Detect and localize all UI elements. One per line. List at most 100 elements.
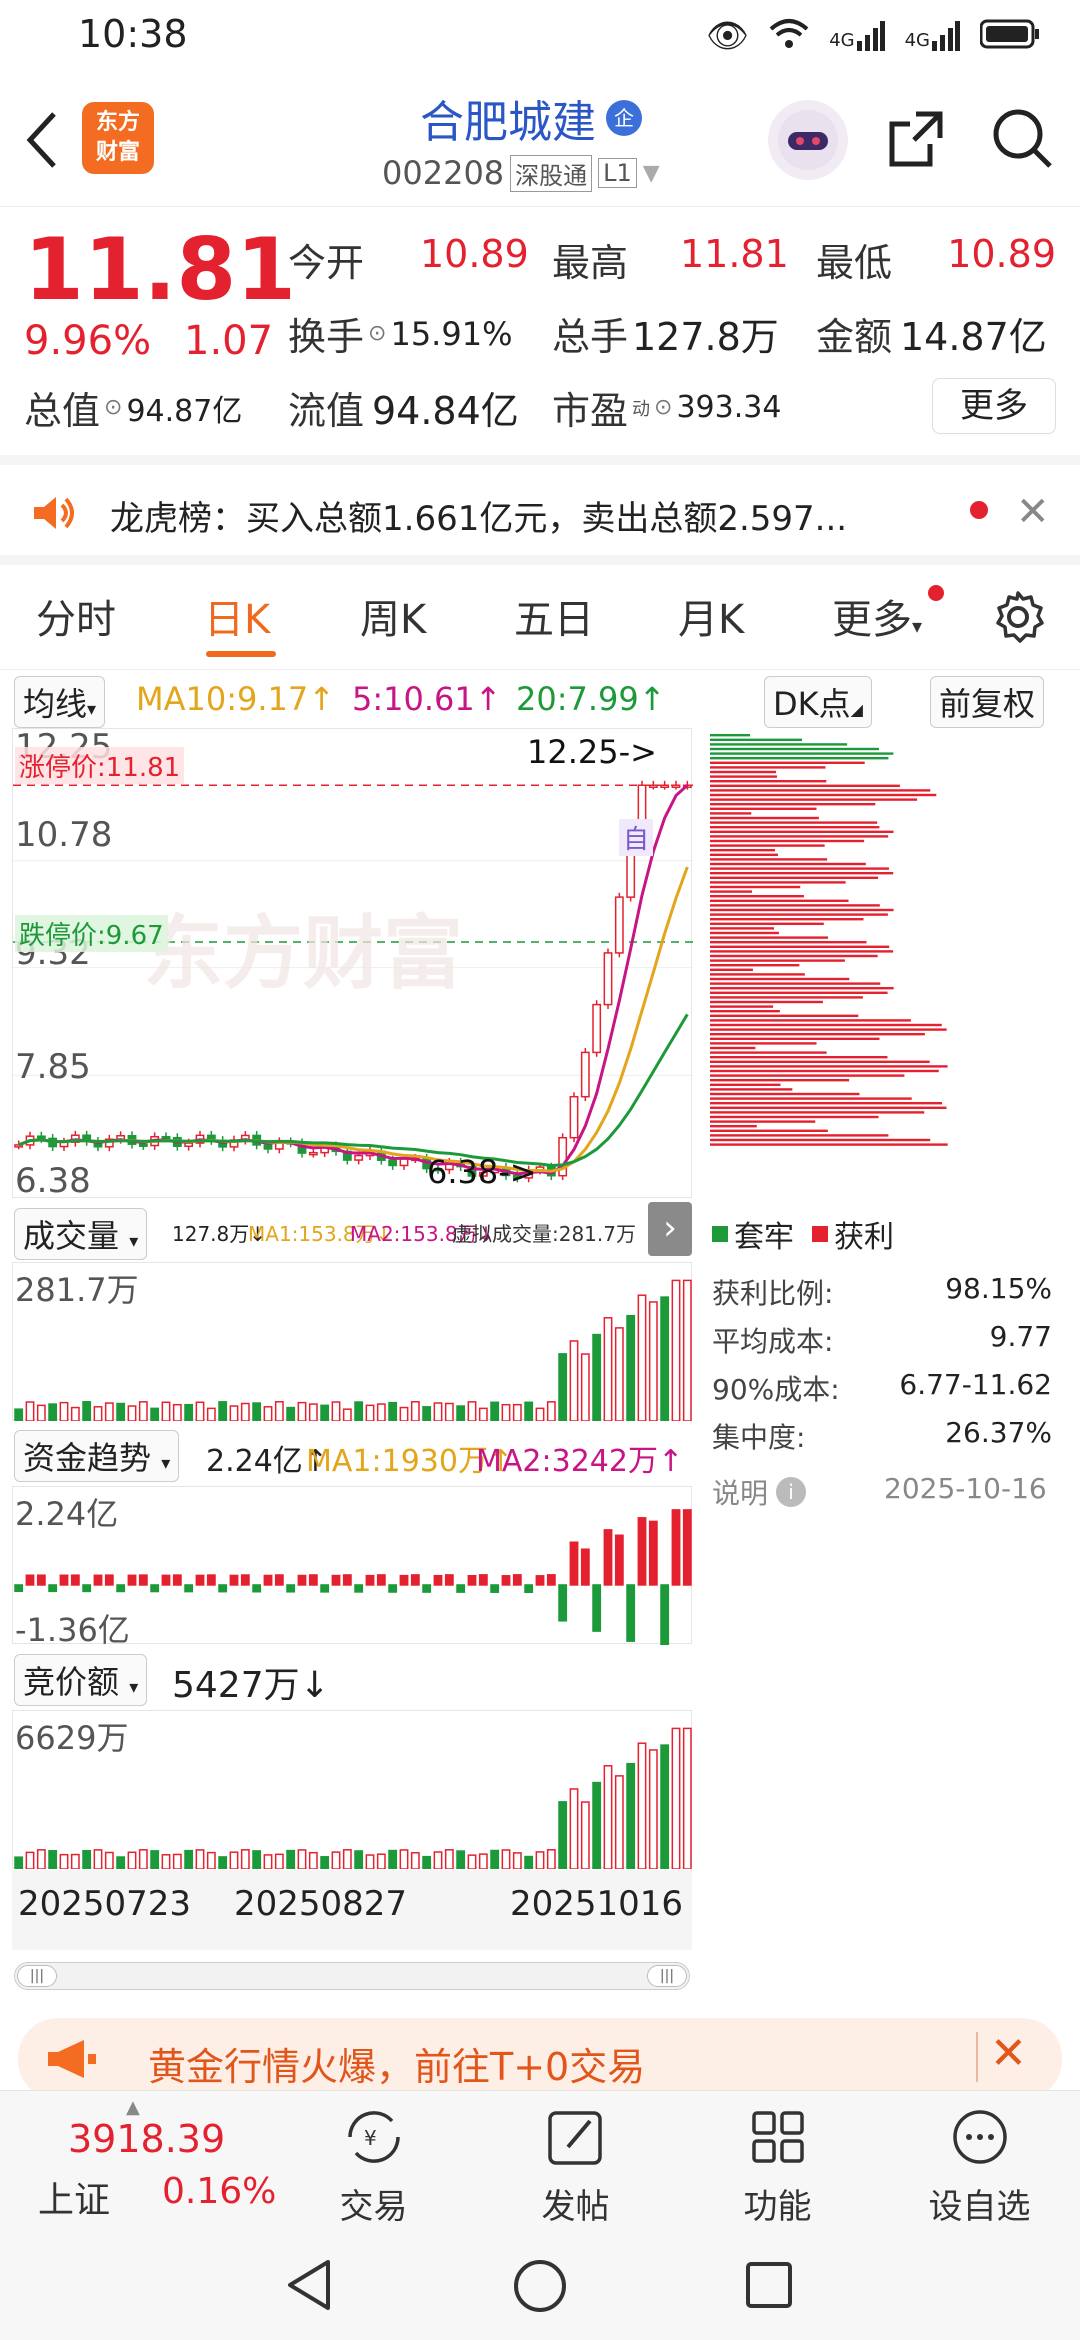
robot-avatar-icon[interactable] bbox=[768, 100, 848, 180]
recents-square-icon[interactable] bbox=[744, 2260, 794, 2314]
auction-selector[interactable]: 竞价额 ▾ bbox=[14, 1654, 148, 1706]
home-circle-icon[interactable] bbox=[512, 2258, 568, 2318]
capital-panel[interactable]: 2.24亿 -1.36亿 bbox=[12, 1486, 692, 1652]
float-value: 94.84亿 bbox=[372, 389, 519, 433]
chip-distribution[interactable] bbox=[710, 728, 1052, 1198]
volume-bar bbox=[626, 1314, 636, 1422]
chip-bar bbox=[710, 1129, 828, 1132]
chip-bar bbox=[710, 858, 828, 861]
chip-note-label: 说明 bbox=[712, 1477, 769, 1510]
gear-icon[interactable] bbox=[990, 589, 1046, 649]
chip-bar bbox=[710, 954, 878, 958]
tab-five-day[interactable]: 五日 bbox=[514, 587, 594, 645]
turnover-group: 换手 ⊙ 15.91% bbox=[288, 306, 512, 361]
volume-selector[interactable]: 成交量 ▾ bbox=[14, 1208, 148, 1260]
chip-note[interactable]: 说明 i bbox=[712, 1472, 807, 1512]
auction-panel[interactable]: 6629万 bbox=[12, 1710, 692, 1870]
volume-bar bbox=[331, 1401, 341, 1422]
capital-bar bbox=[150, 1584, 160, 1593]
close-icon[interactable]: ✕ bbox=[990, 2028, 1027, 2079]
current-price: 11.81 bbox=[24, 220, 297, 320]
index-value[interactable]: 3918.39 bbox=[68, 2117, 225, 2161]
auction-value: 5427万↓ bbox=[172, 1665, 330, 1706]
auction-bar bbox=[342, 1849, 352, 1870]
capital-bar bbox=[433, 1574, 443, 1586]
low-value: 10.89 bbox=[947, 232, 1056, 276]
signal-label: 4G bbox=[829, 30, 855, 51]
adjust-selector[interactable]: 前复权 bbox=[930, 676, 1045, 728]
chevron-right-icon[interactable]: › bbox=[648, 1202, 692, 1256]
chip-bar bbox=[710, 761, 865, 764]
brand-logo[interactable]: 东方 财富 bbox=[82, 102, 154, 174]
chip-bar bbox=[710, 908, 894, 912]
volume-bar bbox=[93, 1406, 103, 1422]
back-arrow-icon[interactable] bbox=[22, 110, 62, 174]
volume-bar bbox=[172, 1403, 182, 1422]
chip-bar bbox=[710, 757, 889, 760]
ma-selector[interactable]: 均线▾ bbox=[14, 676, 106, 728]
chip-bar bbox=[710, 853, 778, 856]
tab-more[interactable]: 更多▾ bbox=[832, 587, 922, 645]
gold-promo-banner[interactable]: 黄金行情火爆，前往T+0交易 ✕ bbox=[18, 2018, 1062, 2100]
dk-point-selector[interactable]: DK点◢ bbox=[764, 676, 872, 728]
auction-bar bbox=[206, 1851, 216, 1870]
slider-handle-left[interactable]: ||| bbox=[17, 1965, 57, 1987]
chip-bar bbox=[710, 780, 827, 783]
capital-bar bbox=[195, 1574, 205, 1586]
volume-bar bbox=[490, 1401, 500, 1422]
capital-bar bbox=[558, 1584, 568, 1622]
nav-trade[interactable]: ¥ 交易 bbox=[306, 2107, 441, 2228]
tab-daily-k[interactable]: 日K bbox=[204, 587, 270, 645]
kline-chart[interactable]: 东方财富 12.25 10.78 9.32 7.85 6.38 涨停价:11.8… bbox=[12, 727, 693, 1201]
active-tab-indicator bbox=[206, 651, 276, 657]
auction-bar bbox=[535, 1851, 545, 1870]
volume-bar bbox=[512, 1403, 522, 1422]
index-percent[interactable]: 0.16% bbox=[162, 2171, 276, 2212]
close-icon[interactable]: ✕ bbox=[1016, 489, 1050, 535]
volume-bar bbox=[240, 1402, 250, 1422]
index-name[interactable]: 上证 bbox=[38, 2171, 110, 2223]
tab-intraday[interactable]: 分时 bbox=[36, 587, 116, 645]
code-row[interactable]: 002208 深股通 L1 ▼ bbox=[382, 154, 660, 192]
legend-profit-label: 获利 bbox=[834, 1220, 894, 1255]
virtual-volume: 虚拟成交量:281.7万 bbox=[452, 1222, 636, 1246]
volume-bar bbox=[603, 1317, 613, 1422]
more-button[interactable]: 更多 bbox=[932, 378, 1056, 434]
capital-max-label: 2.24亿 bbox=[15, 1495, 119, 1533]
volume-panel[interactable]: 281.7万 bbox=[12, 1262, 692, 1422]
nav-add-watchlist[interactable]: 设自选 bbox=[912, 2107, 1047, 2228]
slider-handle-right[interactable]: ||| bbox=[647, 1965, 687, 1987]
auction-max-label: 6629万 bbox=[15, 1719, 129, 1757]
chip-bar bbox=[710, 743, 848, 746]
auction-bar bbox=[648, 1749, 658, 1870]
chip-bar bbox=[710, 1143, 948, 1146]
candle bbox=[354, 1154, 364, 1161]
volume-bar bbox=[478, 1407, 488, 1422]
chip-bar bbox=[710, 881, 846, 884]
title-group[interactable]: 合肥城建 企 bbox=[420, 86, 642, 150]
auction-bar bbox=[671, 1727, 681, 1870]
auction-bar bbox=[138, 1849, 148, 1870]
more-circle-icon bbox=[952, 2110, 1007, 2164]
auction-bar bbox=[433, 1851, 443, 1870]
chip-bar bbox=[710, 1037, 880, 1040]
nav-post[interactable]: 发帖 bbox=[508, 2107, 643, 2228]
capital-selector[interactable]: 资金趋势 ▾ bbox=[14, 1430, 180, 1482]
auction-bar bbox=[36, 1849, 46, 1870]
search-icon[interactable] bbox=[990, 106, 1054, 174]
tab-weekly-k[interactable]: 周K bbox=[360, 587, 426, 645]
chip-bar bbox=[710, 895, 804, 898]
chip-bar bbox=[710, 849, 776, 852]
dragon-tiger-banner[interactable]: 龙虎榜：买入总额1.661亿元，卖出总额2.597... ✕ bbox=[0, 455, 1080, 565]
share-icon[interactable] bbox=[886, 108, 946, 174]
chip-bar bbox=[710, 826, 880, 829]
capital-bar bbox=[490, 1584, 500, 1593]
range-slider[interactable]: ||| ||| bbox=[14, 1962, 690, 1990]
capital-bar bbox=[138, 1574, 148, 1586]
back-triangle-icon[interactable] bbox=[284, 2258, 334, 2316]
nav-functions[interactable]: 功能 bbox=[710, 2107, 845, 2228]
chip-svg bbox=[710, 734, 948, 1146]
chevron-down-icon: ◢ bbox=[850, 700, 863, 719]
tab-monthly-k[interactable]: 月K bbox=[678, 587, 744, 645]
capital-bar bbox=[82, 1584, 92, 1593]
